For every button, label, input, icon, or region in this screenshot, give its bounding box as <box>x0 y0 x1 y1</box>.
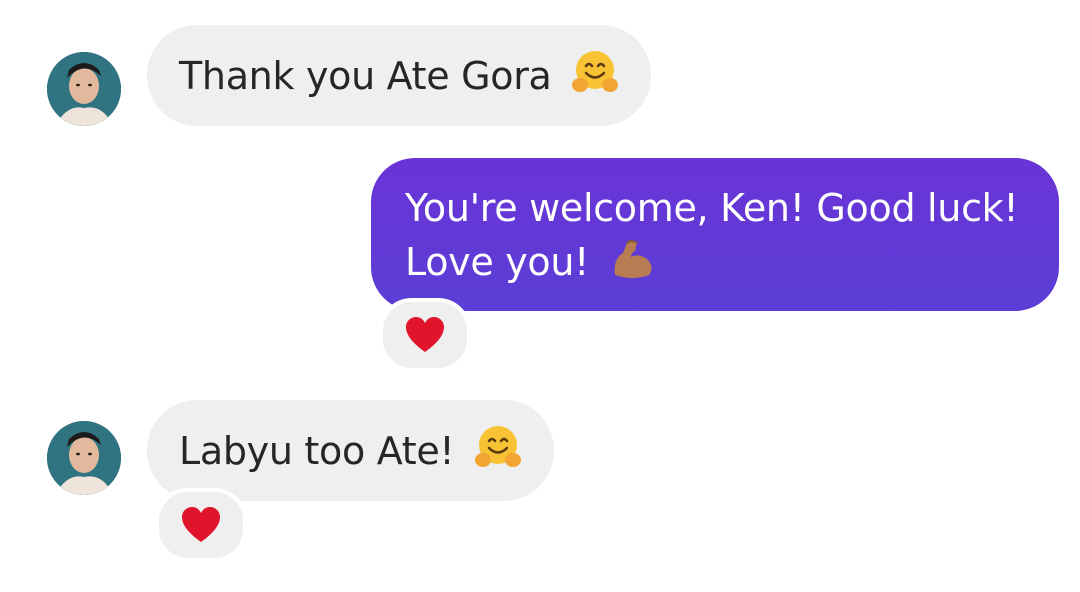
incoming-message-bubble[interactable]: Thank you Ate Gora <box>147 25 652 126</box>
heart-icon <box>406 317 444 352</box>
avatar-photo-icon <box>47 52 121 126</box>
hugging-face-emoji-icon <box>474 424 522 486</box>
hugging-face-emoji-icon <box>571 49 619 111</box>
incoming-message-bubble[interactable]: Labyu too Ate! <box>147 400 555 501</box>
heart-reaction[interactable] <box>155 488 247 562</box>
message-text-line-1: You're welcome, Ken! Good luck! <box>405 186 1019 230</box>
message-text: Labyu too Ate! <box>179 429 455 473</box>
heart-icon <box>182 507 220 542</box>
outgoing-message-bubble[interactable]: You're welcome, Ken! Good luck! Love you… <box>371 158 1059 311</box>
message-text: Thank you Ate Gora <box>179 54 552 98</box>
message-text-line-2-content: Love you! <box>405 240 590 284</box>
sender-avatar[interactable] <box>47 52 121 126</box>
message-text-line-2: Love you! <box>405 235 1025 297</box>
flexed-biceps-emoji-icon <box>609 235 657 297</box>
avatar-photo-icon <box>47 421 121 495</box>
sender-avatar[interactable] <box>47 421 121 495</box>
heart-reaction[interactable] <box>379 298 471 372</box>
